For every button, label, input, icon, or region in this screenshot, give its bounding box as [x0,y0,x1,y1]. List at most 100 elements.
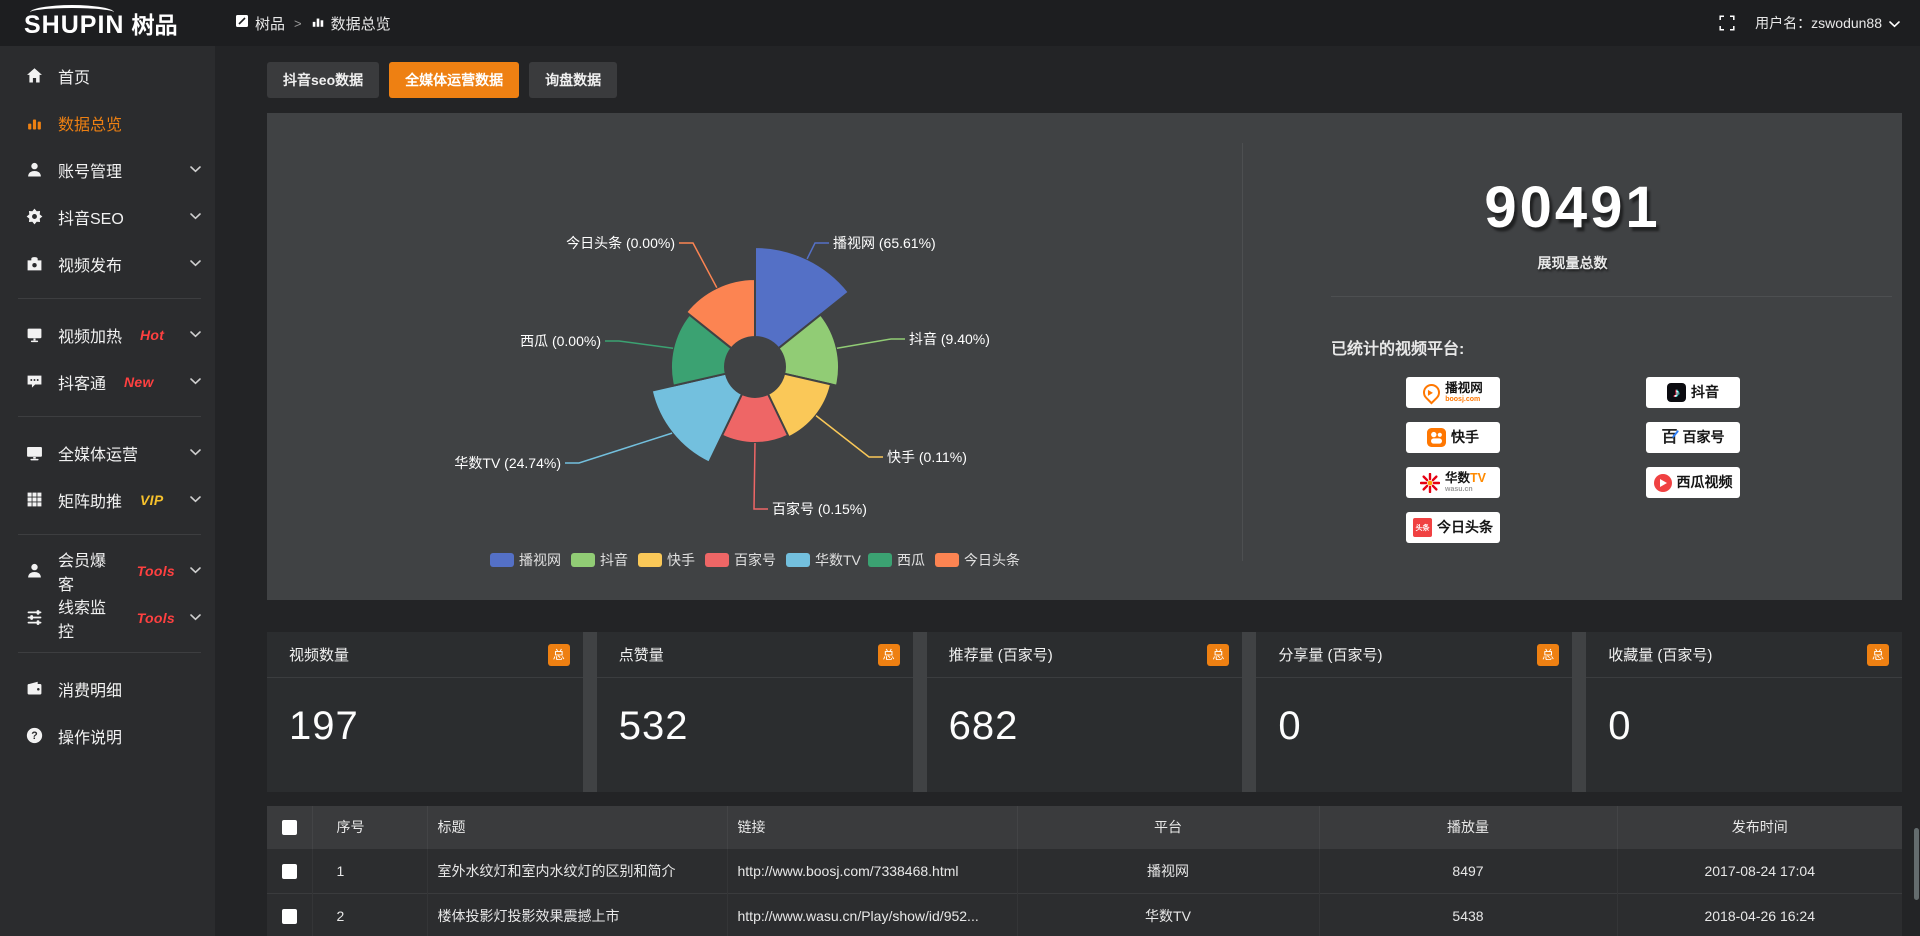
stat-card-value: 197 [267,678,583,749]
platform-badge-boosj: 播视网boosj.com [1406,377,1500,408]
chevron-down-icon [190,166,201,173]
sidebar-item-label: 抖客通 [58,370,106,394]
xigua-logo [1654,474,1672,492]
sidebar-item-3[interactable]: 抖音SEO [0,193,215,240]
legend-item-播视网[interactable]: 播视网 [490,552,561,568]
platform-name: 今日头条 [1437,520,1493,535]
platform-badge-toutiao: 头条今日头条 [1406,512,1500,543]
user-icon [26,161,43,178]
legend-item-今日头条[interactable]: 今日头条 [935,552,1020,568]
legend-item-西瓜[interactable]: 西瓜 [868,552,925,568]
total-badge: 总 [548,644,570,666]
main-content: 抖音seo数据全媒体运营数据询盘数据 播视网 (65.61%)抖音 (9.40%… [215,46,1920,936]
user-menu[interactable]: 用户名：zswodun88 [1755,13,1900,33]
total-badge: 总 [878,644,900,666]
logo-text-cn: 树品 [131,6,177,40]
pie-label: 今日头条 (0.00%) [566,235,675,251]
sidebar-divider [18,652,201,653]
sidebar-item-label: 全媒体运营 [58,441,138,465]
gear-icon [26,208,43,225]
user-label: 用户名：zswodun88 [1755,13,1882,33]
sidebar-badge: VIP [140,492,163,508]
logo-text-en: SHUPIN [24,13,124,38]
video-title-link[interactable]: 室外水纹灯和室内水纹灯的区别和简介 [427,849,727,894]
col-header-title: 标题 [427,806,727,849]
tab-0[interactable]: 抖音seo数据 [267,62,379,98]
sidebar-divider [18,416,201,417]
sidebar-item-label: 操作说明 [58,724,122,748]
fullscreen-icon[interactable] [1719,15,1735,31]
cell-plays: 8497 [1319,849,1617,894]
home-icon [26,67,43,84]
stat-card-label: 点赞量 [619,644,664,665]
stat-card-value: 0 [1586,678,1902,749]
video-url-link[interactable]: http://www.wasu.cn/Play/show/id/952... [727,894,1017,936]
sidebar-item-2[interactable]: 账号管理 [0,146,215,193]
pie-label: 抖音 (9.40%) [909,331,990,347]
sidebar-item-label: 会员爆客 [58,547,119,595]
select-all-checkbox[interactable] [282,820,297,835]
table-header-row: 序号标题链接平台播放量发布时间 [267,806,1902,849]
sidebar-item-4[interactable]: 视频发布 [0,240,215,287]
row-checkbox[interactable] [282,909,297,924]
sidebar-item-0[interactable]: 首页 [0,52,215,99]
legend-item-华数TV[interactable]: 华数TV [786,552,862,568]
legend-item-百家号[interactable]: 百家号 [705,552,776,568]
sidebar-item-10[interactable]: 线索监控Tools [0,594,215,641]
sidebar-badge: Tools [137,563,175,579]
tab-1[interactable]: 全媒体运营数据 [389,62,519,98]
breadcrumb-root[interactable]: 树品 [235,13,285,34]
video-title-link[interactable]: 楼体投影灯投影效果震撼上市 [427,894,727,936]
sidebar-item-5[interactable]: 视频加热Hot [0,311,215,358]
legend-item-抖音[interactable]: 抖音 [571,552,628,568]
sidebar-item-9[interactable]: 会员爆客 Tools [0,547,215,594]
grid-icon [26,491,43,508]
stat-card-label: 推荐量 (百家号) [949,644,1053,665]
chart-icon [26,114,43,131]
toutiao-logo: 头条 [1413,518,1432,537]
tab-2[interactable]: 询盘数据 [529,62,617,98]
rose-chart: 播视网 (65.61%)抖音 (9.40%)快手 (0.11%)百家号 (0.1… [267,113,1242,600]
cell-seq: 2 [312,894,427,936]
cell-seq: 1 [312,849,427,894]
sidebar-divider [18,534,201,535]
stat-card-label: 视频数量 [289,644,349,665]
label-leader-line [679,243,717,288]
chevron-down-icon [190,378,201,385]
svg-text:今日头条: 今日头条 [964,552,1020,568]
sidebar-item-11[interactable]: 消费明细 [0,665,215,712]
sidebar-item-1[interactable]: 数据总览 [0,99,215,146]
legend-item-快手[interactable]: 快手 [638,552,695,568]
col-header-time: 发布时间 [1617,806,1902,849]
sidebar-item-label: 抖音SEO [58,205,124,229]
video-url-link[interactable]: http://www.boosj.com/7338468.html [727,849,1017,894]
row-checkbox[interactable] [282,864,297,879]
scrollbar-thumb[interactable] [1914,828,1919,900]
cell-time: 2017-08-24 17:04 [1617,849,1902,894]
label-leader-line [837,339,905,348]
chat-icon [26,373,43,390]
sidebar-item-12[interactable]: ?操作说明 [0,712,215,759]
sidebar-item-7[interactable]: 全媒体运营 [0,429,215,476]
platform-column-left: 播视网boosj.com快手华数TVwasu.cn头条今日头条 [1406,377,1500,543]
platform-name: 百家号 [1683,430,1725,445]
overview-panel: 播视网 (65.61%)抖音 (9.40%)快手 (0.11%)百家号 (0.1… [267,113,1902,600]
total-badge: 总 [1207,644,1229,666]
sidebar-item-label: 线索监控 [58,594,119,642]
sidebar-item-8[interactable]: 矩阵助推VIP [0,476,215,523]
brand-logo: SHUPIN 树品 [0,6,215,40]
pie-label: 快手 (0.11%) [887,449,967,465]
svg-text:播视网: 播视网 [519,552,561,568]
kuaishou-logo [1427,428,1446,447]
sidebar-item-label: 视频发布 [58,252,122,276]
pie-slice-华数TV[interactable] [652,374,742,463]
sidebar-item-6[interactable]: 抖客通New [0,358,215,405]
rose-chart-svg: 播视网 (65.61%)抖音 (9.40%)快手 (0.11%)百家号 (0.1… [267,113,1242,600]
total-impressions-value: 90491 [1243,179,1902,237]
svg-text:快手: 快手 [667,552,695,568]
platforms-title: 已统计的视频平台: [1331,335,1902,359]
chevron-down-icon [190,567,201,574]
breadcrumb-current[interactable]: 数据总览 [311,13,391,34]
bar-chart-icon [311,14,325,32]
chevron-down-icon [1889,15,1900,31]
